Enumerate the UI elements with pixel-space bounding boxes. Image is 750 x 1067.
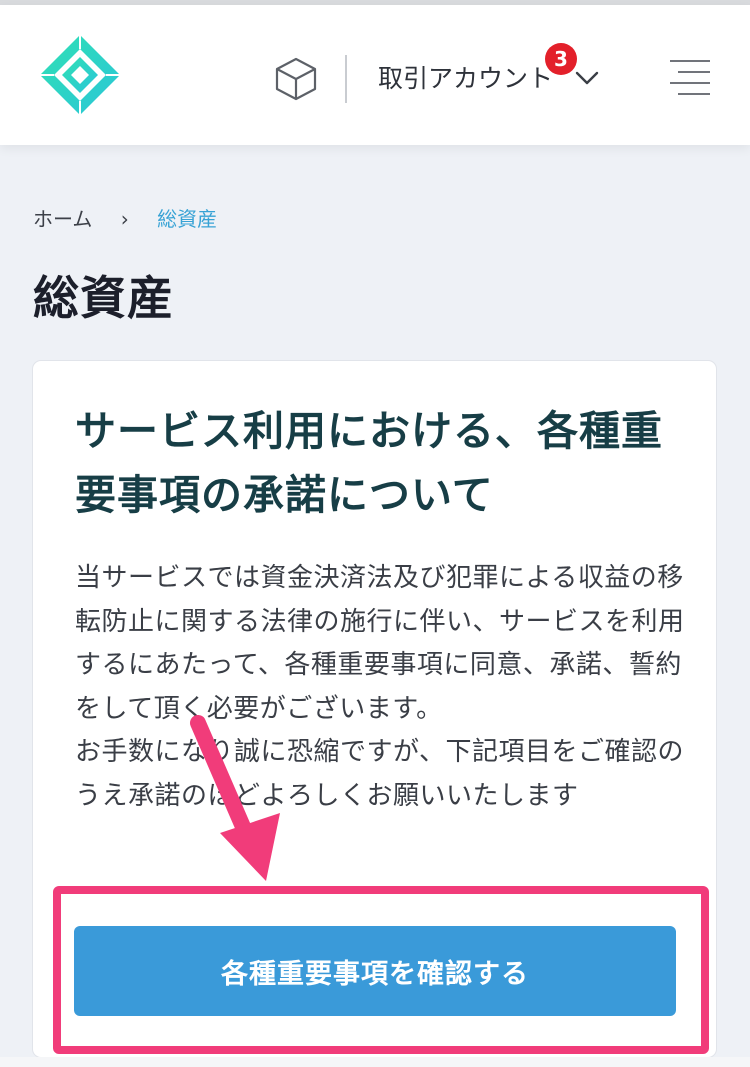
confirm-important-matters-button[interactable]: 各種重要事項を確認する bbox=[74, 926, 676, 1016]
notice-title: サービス利用における、各種重要事項の承諾について bbox=[75, 407, 663, 519]
breadcrumb-current: 総資産 bbox=[157, 207, 218, 231]
diamond-logo-icon[interactable] bbox=[38, 33, 122, 117]
arrow-annotation-icon bbox=[190, 715, 280, 881]
header-divider bbox=[345, 55, 347, 103]
notice-body: 当サービスでは資金決済法及び犯罪による収益の移転防止に関する法律の施行に伴い、サ… bbox=[75, 563, 685, 811]
account-label: 取引アカウント bbox=[378, 64, 554, 93]
breadcrumb-separator: › bbox=[120, 207, 129, 231]
bottom-strip bbox=[0, 1057, 750, 1067]
breadcrumb-home[interactable]: ホーム bbox=[33, 207, 92, 231]
chevron-down-icon[interactable] bbox=[574, 67, 600, 89]
notification-badge: 3 bbox=[545, 43, 577, 75]
hamburger-menu-icon[interactable] bbox=[668, 57, 712, 101]
app-header: 取引アカウント 3 bbox=[0, 5, 750, 145]
cube-icon[interactable] bbox=[272, 55, 320, 103]
page-title: 総資産 bbox=[33, 271, 174, 325]
breadcrumb: ホーム › 総資産 bbox=[33, 203, 217, 232]
trading-account-selector[interactable]: 取引アカウント bbox=[378, 61, 553, 97]
